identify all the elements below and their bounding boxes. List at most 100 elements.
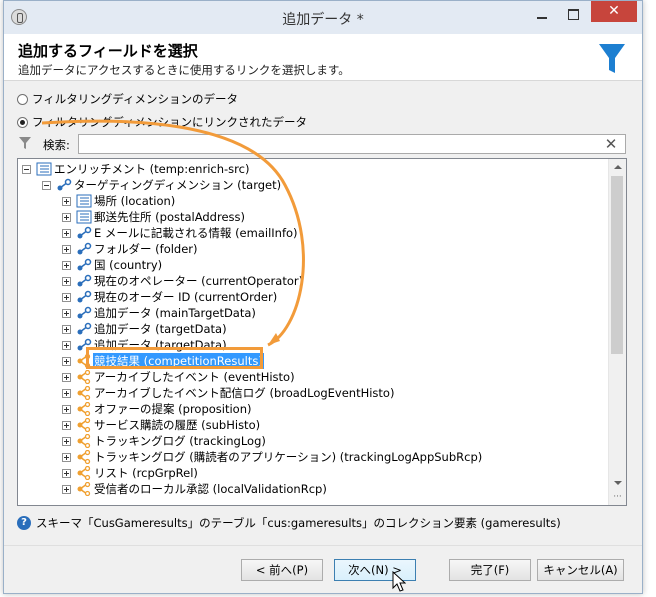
- tree-item[interactable]: 現在のオーダー ID (currentOrder): [62, 289, 278, 305]
- tree-item[interactable]: 追加データ (targetData): [62, 337, 228, 353]
- prev-button[interactable]: < 前へ(P): [241, 559, 323, 581]
- tree-item-label: フォルダー (folder): [94, 242, 198, 256]
- tree-item[interactable]: オファーの提案 (proposition): [62, 401, 253, 417]
- expand-icon[interactable]: [62, 436, 71, 446]
- expand-icon[interactable]: [62, 372, 71, 382]
- filter-icon: [19, 137, 31, 149]
- collection-icon: [77, 482, 91, 496]
- collection-icon: [77, 418, 91, 432]
- clear-icon[interactable]: ✕: [603, 136, 619, 152]
- collapse-icon[interactable]: [42, 180, 51, 190]
- vertical-scrollbar[interactable]: ···: [608, 159, 626, 505]
- tree-item-label: 受信者のローカル承認 (localValidationRcp): [94, 482, 327, 496]
- cancel-button[interactable]: キャンセル(A): [537, 559, 624, 581]
- expand-icon[interactable]: [62, 196, 71, 206]
- tree-item-label: 追加データ (mainTargetData): [94, 306, 256, 320]
- expand-icon[interactable]: [62, 404, 71, 414]
- dialog-window: 追加データ * ✕ 追加するフィールドを選択 追加データにアクセスするときに使用…: [3, 0, 643, 594]
- expand-icon[interactable]: [62, 292, 71, 302]
- collection-icon: [77, 370, 91, 384]
- tree-item[interactable]: 国 (country): [62, 257, 163, 273]
- tree-item[interactable]: E メールに記載される情報 (emailInfo): [62, 225, 299, 241]
- expand-icon[interactable]: [62, 244, 71, 254]
- tree-item-label: 現在のオーダー ID (currentOrder): [94, 290, 278, 304]
- wizard-header: 追加するフィールドを選択 追加データにアクセスするときに使用するリンクを選択しま…: [4, 34, 642, 81]
- tree-item-label: アーカイブしたイベント配信ログ (broadLogEventHisto): [94, 386, 395, 400]
- link-icon: [77, 306, 92, 319]
- tree-item[interactable]: 受信者のローカル承認 (localValidationRcp): [62, 481, 328, 497]
- link-icon: [77, 322, 92, 335]
- close-icon: ✕: [608, 3, 620, 19]
- table-icon: [76, 210, 92, 224]
- link-icon: [77, 274, 92, 287]
- expand-icon[interactable]: [62, 324, 71, 334]
- expand-icon[interactable]: [62, 340, 71, 350]
- page-title: 追加するフィールドを選択: [18, 42, 198, 60]
- tree-item-label: オファーの提案 (proposition): [94, 402, 252, 416]
- tree-item-label: ターゲティングディメンション (target): [74, 178, 282, 192]
- tree-item[interactable]: リスト (rcpGrpRel): [62, 465, 199, 481]
- tree-item[interactable]: 追加データ (targetData): [62, 321, 228, 337]
- tree-item-label: 郵送先住所 (postalAddress): [94, 210, 246, 224]
- tree-item-label: エンリッチメント (temp:enrich-src): [54, 162, 250, 176]
- title-bar[interactable]: 追加データ * ✕: [4, 1, 642, 35]
- radio-button[interactable]: [17, 93, 28, 105]
- collection-icon: [77, 402, 91, 416]
- tree-item[interactable]: トラッキングログ (trackingLog): [62, 433, 267, 449]
- info-text: スキーマ「CusGameresults」のテーブル「cus:gameresult…: [36, 516, 561, 530]
- tree-item[interactable]: アーカイブしたイベント配信ログ (broadLogEventHisto): [62, 385, 395, 401]
- tree-item[interactable]: 郵送先住所 (postalAddress): [62, 209, 246, 225]
- expand-icon[interactable]: [62, 308, 71, 318]
- radio-linked-data[interactable]: フィルタリングディメンションにリンクされたデータ: [17, 114, 307, 130]
- tree-item[interactable]: フォルダー (folder): [62, 241, 199, 257]
- expand-icon[interactable]: [62, 420, 71, 430]
- collapse-icon[interactable]: [22, 164, 31, 174]
- expand-icon[interactable]: [62, 276, 71, 286]
- search-row: 検索: ✕: [17, 134, 626, 154]
- minimize-button[interactable]: [533, 5, 553, 23]
- help-icon: ?: [17, 516, 31, 530]
- expand-icon[interactable]: [62, 212, 71, 222]
- expand-icon[interactable]: [62, 260, 71, 270]
- tree-item-label: 現在のオペレーター (currentOperator): [94, 274, 304, 288]
- tree-item-label: トラッキングログ (trackingLog): [94, 434, 266, 448]
- expand-icon[interactable]: [62, 356, 71, 366]
- radio-button-checked[interactable]: [17, 116, 28, 128]
- funnel-icon: [599, 44, 625, 73]
- tree-item[interactable]: 追加データ (mainTargetData): [62, 305, 257, 321]
- finish-button[interactable]: 完了(F): [449, 559, 531, 581]
- scroll-up-icon[interactable]: [609, 159, 626, 175]
- maximize-button[interactable]: [564, 5, 584, 23]
- link-icon: [77, 338, 92, 351]
- tree-item-label: 追加データ (targetData): [94, 322, 227, 336]
- tree-item[interactable]: アーカイブしたイベント (eventHisto): [62, 369, 296, 385]
- tree-item[interactable]: 現在のオペレーター (currentOperator): [62, 273, 304, 289]
- collection-icon: [77, 386, 91, 400]
- scroll-thumb[interactable]: [611, 176, 623, 354]
- link-icon: [57, 178, 72, 191]
- tree-item[interactable]: ターゲティングディメンション (target): [42, 177, 282, 193]
- expand-icon[interactable]: [62, 452, 71, 462]
- tree-item-label: アーカイブしたイベント (eventHisto): [94, 370, 295, 384]
- expand-icon[interactable]: [62, 468, 71, 478]
- expand-icon[interactable]: [62, 228, 71, 238]
- field-tree[interactable]: ··· エンリッチメント (temp:enrich-src) ターゲティングディメ…: [17, 158, 627, 506]
- tree-item-label: 場所 (location): [94, 194, 176, 208]
- collection-icon: [77, 354, 91, 368]
- radio-filtering-dimension-data[interactable]: フィルタリングディメンションのデータ: [17, 91, 238, 107]
- expand-icon[interactable]: [62, 388, 71, 398]
- tree-item-label: E メールに記載される情報 (emailInfo): [94, 226, 298, 240]
- tree-item-label: 国 (country): [94, 258, 163, 272]
- scroll-down-icon[interactable]: [609, 475, 626, 491]
- table-icon: [36, 162, 52, 176]
- tree-item[interactable]: トラッキングログ (購読者のアプリケーション) (trackingLogAppS…: [62, 449, 483, 465]
- tree-item[interactable]: 競技結果 (competitionResults): [62, 353, 264, 369]
- tree-item[interactable]: サービス購読の履歴 (subHisto): [62, 417, 261, 433]
- tree-item[interactable]: エンリッチメント (temp:enrich-src): [22, 161, 250, 177]
- tree-item[interactable]: 場所 (location): [62, 193, 176, 209]
- close-button[interactable]: ✕: [591, 1, 637, 22]
- search-input[interactable]: ✕: [78, 134, 626, 154]
- collection-icon: [77, 466, 91, 480]
- grip-icon: ···: [613, 492, 622, 502]
- expand-icon[interactable]: [62, 484, 71, 494]
